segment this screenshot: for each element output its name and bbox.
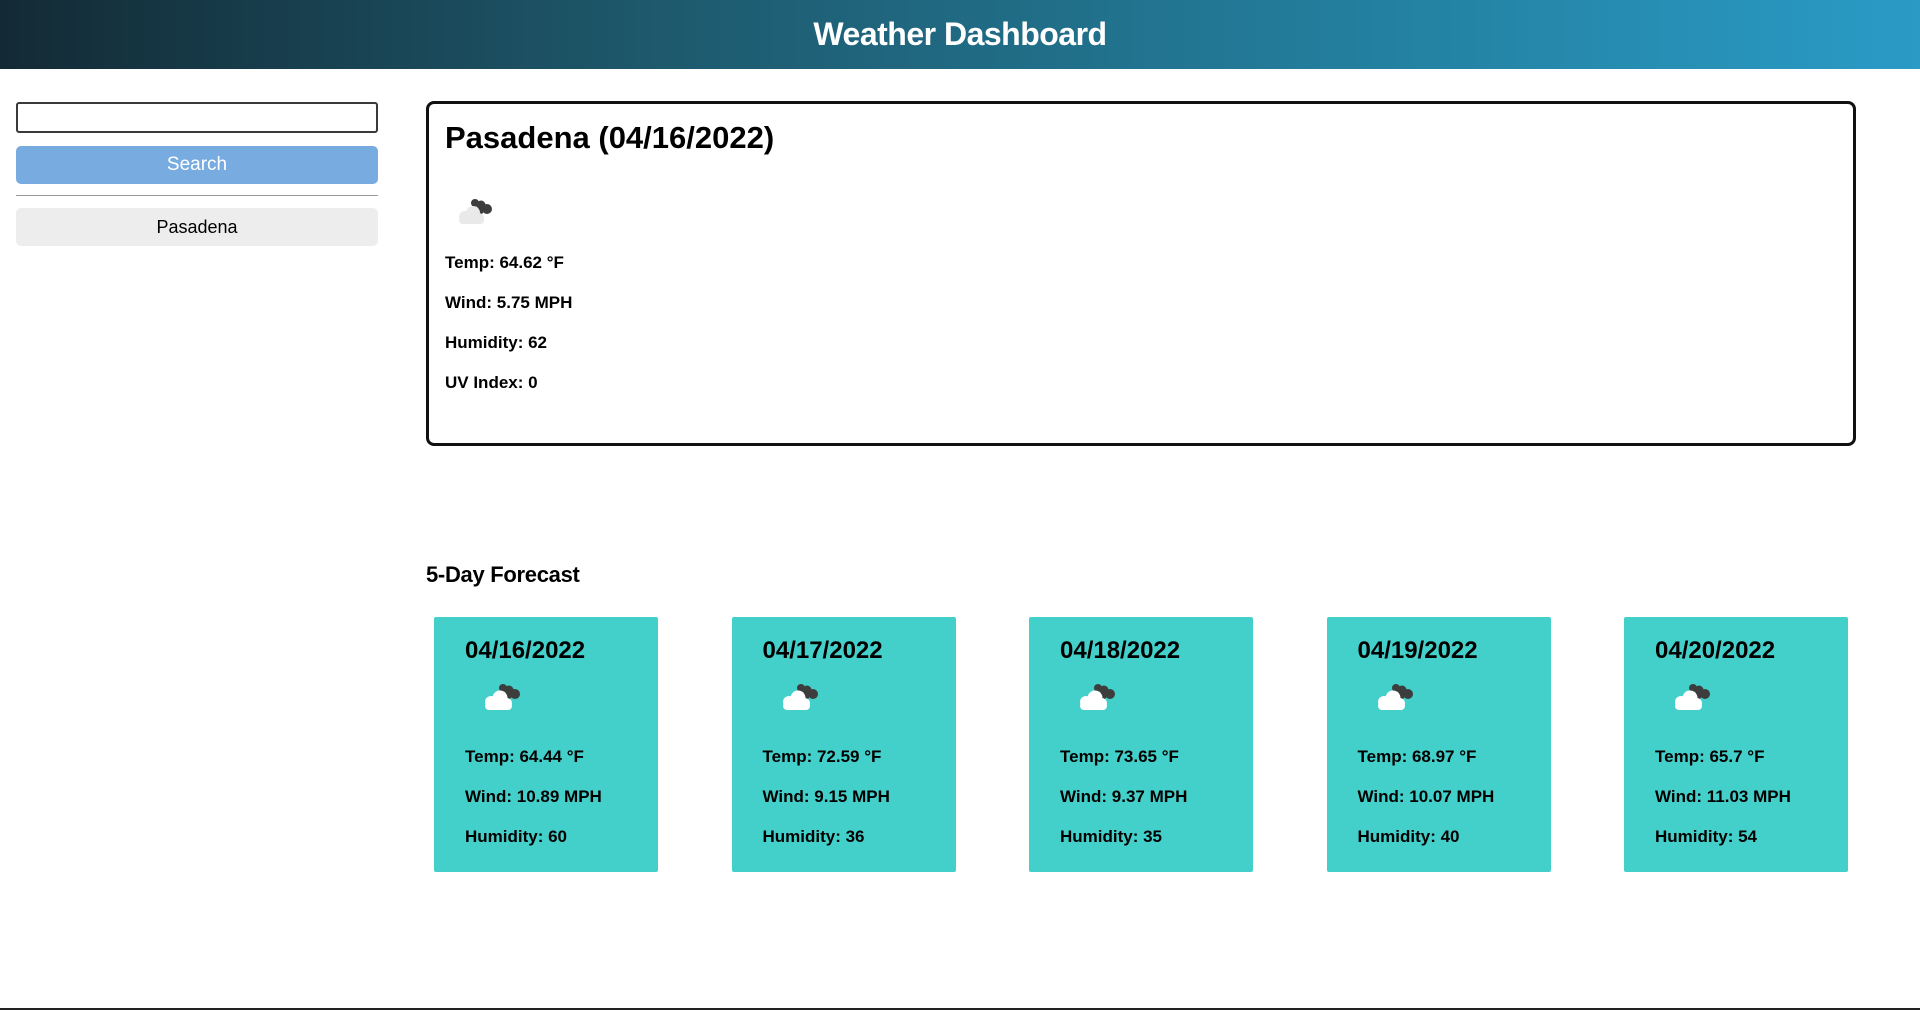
current-weather-icon-wrap	[445, 192, 1837, 230]
current-weather-card: Pasadena (04/16/2022) Temp: 64.62 °F Win…	[426, 101, 1856, 446]
forecast-temp: Temp: 68.97 °F	[1357, 747, 1477, 766]
forecast-temp: Temp: 65.7 °F	[1655, 747, 1765, 766]
current-uv-index: UV Index: 0	[445, 373, 538, 392]
app-header: Weather Dashboard	[0, 0, 1920, 69]
cloud-icon	[1377, 684, 1413, 710]
current-wind: Wind: 5.75 MPH	[445, 293, 573, 312]
forecast-stats: Temp: 64.44 °F Wind: 10.89 MPH Humidity:…	[465, 737, 658, 857]
current-city-heading: Pasadena (04/16/2022)	[445, 120, 775, 155]
city-search-input[interactable]	[16, 102, 378, 133]
forecast-card: 04/19/2022 Temp: 68.97 °F Wind: 10.07 MP…	[1326, 617, 1551, 872]
current-temp: Temp: 64.62 °F	[445, 253, 564, 272]
forecast-icon-wrap	[473, 679, 658, 715]
sidebar: Search Pasadena	[16, 102, 378, 246]
forecast-title: 5-Day Forecast	[426, 562, 580, 587]
forecast-date: 04/17/2022	[762, 637, 883, 664]
current-stats: Temp: 64.62 °F Wind: 5.75 MPH Humidity: …	[445, 243, 1837, 403]
forecast-date: 04/19/2022	[1357, 637, 1478, 664]
forecast-humidity: Humidity: 54	[1655, 827, 1758, 846]
forecast-humidity: Humidity: 60	[465, 827, 568, 846]
cloud-icon	[782, 684, 818, 710]
search-button[interactable]: Search	[16, 146, 378, 184]
cloud-icon	[1080, 684, 1115, 710]
forecast-temp: Temp: 73.65 °F	[1060, 747, 1179, 766]
forecast-humidity: Humidity: 40	[1357, 827, 1460, 846]
current-humidity: Humidity: 62	[445, 333, 548, 352]
forecast-row: 04/16/2022 Temp: 64.44 °F Wind: 10.89 MP…	[434, 617, 1848, 872]
forecast-icon-wrap	[771, 679, 956, 715]
forecast-stats: Temp: 68.97 °F Wind: 10.07 MPH Humidity:…	[1358, 737, 1551, 857]
page-title: Weather Dashboard	[813, 16, 1107, 52]
forecast-wind: Wind: 9.15 MPH	[762, 787, 890, 806]
cloud-icon	[1675, 684, 1710, 710]
forecast-wind: Wind: 10.89 MPH	[465, 787, 602, 806]
forecast-stats: Temp: 73.65 °F Wind: 9.37 MPH Humidity: …	[1060, 737, 1253, 857]
forecast-humidity: Humidity: 35	[1060, 827, 1163, 846]
forecast-wind: Wind: 9.37 MPH	[1060, 787, 1188, 806]
forecast-date: 04/20/2022	[1655, 637, 1776, 664]
forecast-temp: Temp: 72.59 °F	[762, 747, 882, 766]
forecast-stats: Temp: 72.59 °F Wind: 9.15 MPH Humidity: …	[763, 737, 956, 857]
forecast-date: 04/16/2022	[465, 637, 586, 664]
forecast-icon-wrap	[1663, 679, 1848, 715]
forecast-card: 04/16/2022 Temp: 64.44 °F Wind: 10.89 MP…	[434, 617, 658, 872]
forecast-stats: Temp: 65.7 °F Wind: 11.03 MPH Humidity: …	[1655, 737, 1848, 857]
forecast-wind: Wind: 10.07 MPH	[1357, 787, 1495, 806]
forecast-icon-wrap	[1366, 679, 1551, 715]
forecast-date: 04/18/2022	[1060, 637, 1181, 664]
cloud-icon	[485, 684, 520, 710]
forecast-temp: Temp: 64.44 °F	[465, 747, 584, 766]
forecast-card: 04/20/2022 Temp: 65.7 °F Wind: 11.03 MPH…	[1624, 617, 1848, 872]
forecast-wind: Wind: 11.03 MPH	[1655, 787, 1791, 806]
sidebar-divider	[16, 195, 378, 196]
cloud-icon	[459, 199, 492, 224]
forecast-card: 04/17/2022 Temp: 72.59 °F Wind: 9.15 MPH…	[731, 617, 956, 872]
forecast-card: 04/18/2022 Temp: 73.65 °F Wind: 9.37 MPH…	[1029, 617, 1253, 872]
forecast-humidity: Humidity: 36	[762, 827, 865, 846]
forecast-icon-wrap	[1068, 679, 1253, 715]
history-item-pasadena[interactable]: Pasadena	[16, 208, 378, 246]
